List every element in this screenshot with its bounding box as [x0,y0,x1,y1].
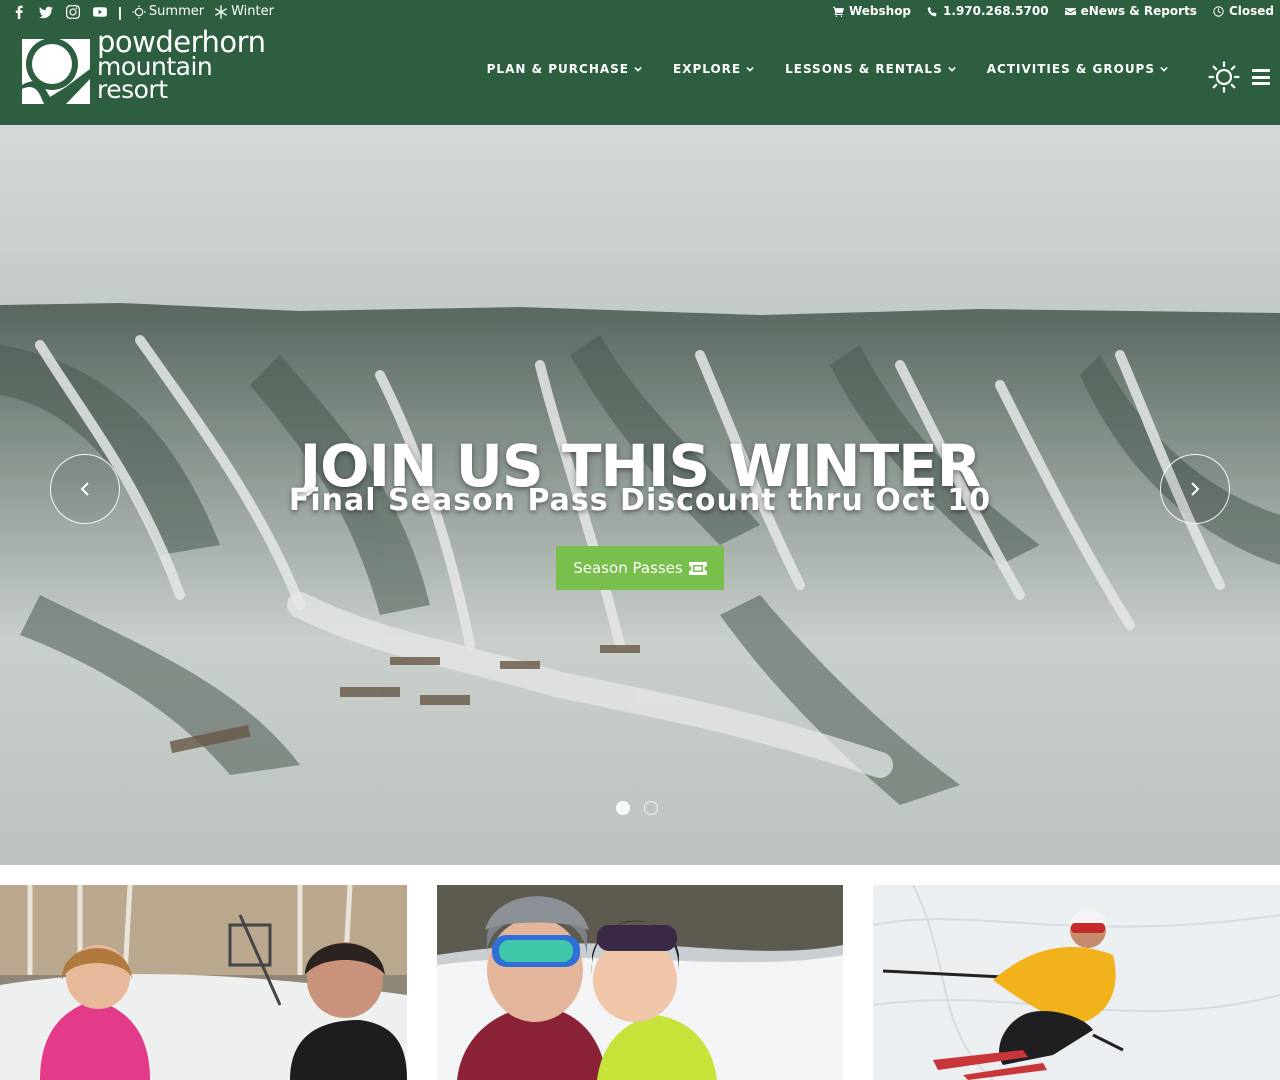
logo-mark-icon [22,39,90,104]
slider-pagination [616,801,658,815]
weather-sun-icon[interactable] [1208,61,1240,93]
nav-plan-purchase[interactable]: PLAN & PURCHASE [487,62,642,76]
hours-status: Closed [1228,4,1274,18]
utility-left: | Summer Winter [10,3,274,20]
nav-activities-groups-label: ACTIVITIES & GROUPS [986,62,1155,76]
chevron-down-icon [947,66,956,72]
cart-icon [832,6,844,17]
utility-bar: | Summer Winter Webshop 1.970.268.5700 e… [0,0,1280,24]
nav-lessons-rentals[interactable]: LESSONS & RENTALS [785,62,956,76]
sun-icon [132,4,146,19]
chevron-right-icon [1191,482,1200,496]
utility-separator: | [118,3,122,20]
season-passes-label: Season Passes [573,559,683,577]
winter-season-link[interactable]: Winter [214,4,274,19]
instagram-icon[interactable] [64,3,81,20]
slider-next-button[interactable] [1160,454,1230,524]
feature-tile-family[interactable] [437,885,843,1080]
winter-label: Winter [231,4,274,19]
phone-icon [927,6,937,16]
slider-prev-button[interactable] [50,454,120,524]
snowflake-icon [215,4,227,19]
utility-right: Webshop 1.970.268.5700 eNews & Reports C… [832,4,1274,18]
summer-label: Summer [148,4,205,19]
webshop-link[interactable]: Webshop [832,4,912,18]
facebook-icon[interactable] [10,3,27,20]
nav-plan-purchase-label: PLAN & PURCHASE [486,62,629,76]
slider-dot[interactable] [644,801,658,815]
envelope-icon [1064,7,1076,15]
hamburger-line [1252,69,1270,72]
hero-subtitle: Final Season Pass Discount thru Oct 10 [288,483,992,518]
nav-explore[interactable]: EXPLORE [673,62,754,76]
clock-icon [1213,5,1224,17]
feature-tile-skier[interactable] [873,885,1280,1080]
hamburger-icon[interactable] [1252,69,1270,85]
parent-and-child-in-ski-helmets-photo [437,885,843,1080]
logo-wordmark: powderhorn mountain resort [97,28,266,104]
hours-status-link[interactable]: Closed [1213,4,1274,18]
youtube-icon[interactable] [91,3,108,20]
enews-link[interactable]: eNews & Reports [1064,4,1197,18]
nav-explore-label: EXPLORE [673,62,742,76]
main-nav: PLAN & PURCHASE EXPLORE LESSONS & RENTAL… [487,62,1168,76]
ticket-icon [688,561,707,575]
couple-at-ski-lodge-photo [0,885,407,1080]
nav-activities-groups[interactable]: ACTIVITIES & GROUPS [987,62,1168,76]
hero-slider: JOIN US THIS WINTER Final Season Pass Di… [0,125,1280,865]
chevron-down-icon [634,66,642,72]
phone-number: 1.970.268.5700 [943,4,1049,18]
feature-tile-couple[interactable] [0,885,407,1080]
twitter-icon[interactable] [37,3,54,20]
site-logo[interactable]: powderhorn mountain resort [22,28,302,110]
slider-dot[interactable] [616,801,630,815]
logo-line-resort: resort [97,75,168,104]
nav-lessons-rentals-label: LESSONS & RENTALS [785,62,943,76]
hamburger-line [1252,82,1270,85]
webshop-label: Webshop [848,4,912,18]
enews-label: eNews & Reports [1080,4,1197,18]
phone-link[interactable]: 1.970.268.5700 [927,4,1049,18]
chevron-down-icon [1160,66,1168,72]
chevron-left-icon [80,482,89,496]
summer-season-link[interactable]: Summer [132,4,204,19]
hamburger-line [1252,75,1270,79]
site-header: | Summer Winter Webshop 1.970.268.5700 e… [0,0,1280,125]
skier-in-yellow-jacket-photo [873,885,1280,1080]
season-passes-button[interactable]: Season Passes [556,546,724,590]
chevron-down-icon [746,66,754,72]
